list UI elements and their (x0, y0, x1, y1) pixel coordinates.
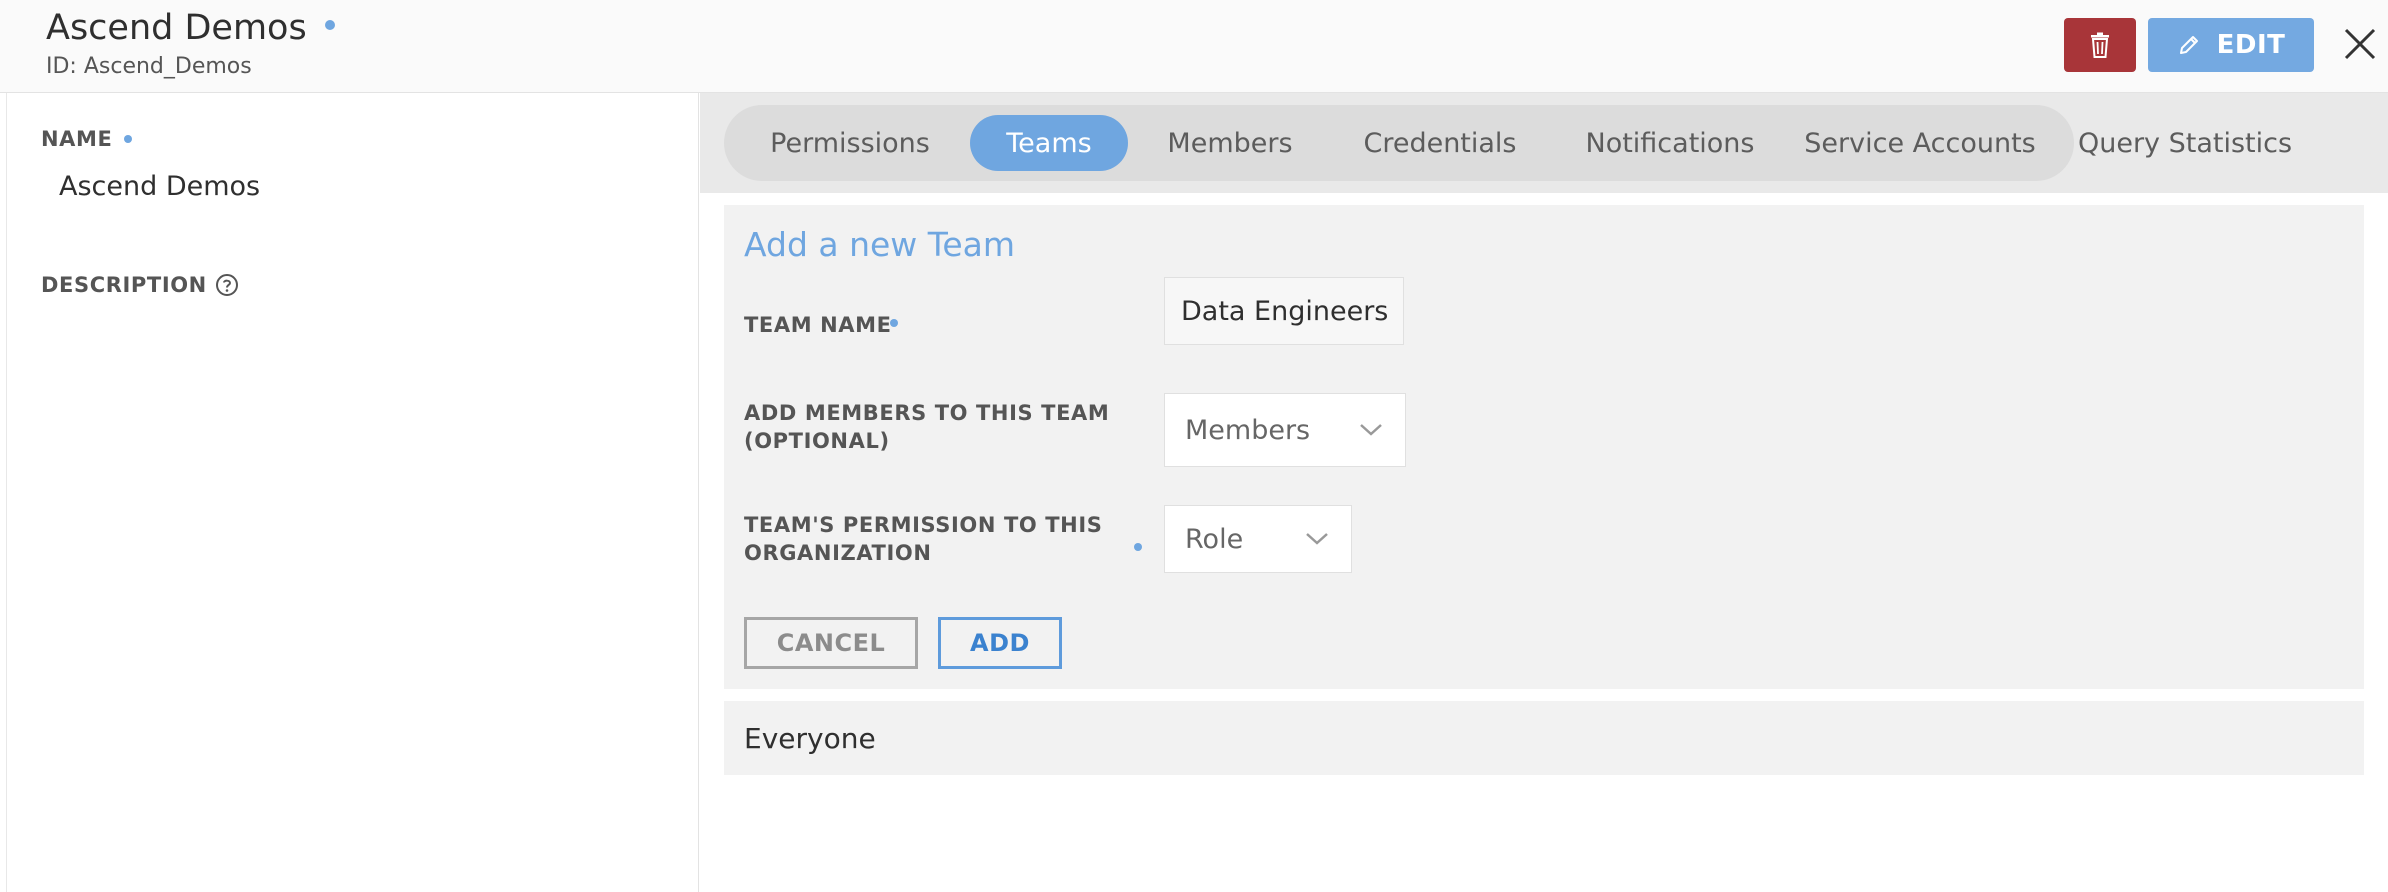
role-select[interactable]: Role (1164, 505, 1352, 573)
chevron-down-icon (1305, 532, 1329, 546)
trash-icon (2091, 32, 2109, 58)
page-header: Ascend Demos ID: Ascend_Demos EDIT (0, 0, 2388, 93)
add-team-title: Add a new Team (744, 225, 1016, 264)
tab-service-accounts[interactable]: Service Accounts (1790, 115, 2050, 171)
permission-label: TEAM'S PERMISSION TO THIS ORGANIZATION (744, 511, 1103, 567)
team-name: Everyone (744, 721, 876, 755)
members-label-line2: (OPTIONAL) (744, 429, 890, 453)
name-label: NAME (41, 127, 133, 151)
tabs-bar: Permissions Teams Members Credentials No… (700, 93, 2388, 193)
tab-credentials[interactable]: Credentials (1360, 115, 1520, 171)
delete-button[interactable] (2064, 18, 2136, 72)
members-label-line1: ADD MEMBERS TO THIS TEAM (744, 401, 1110, 425)
tab-members[interactable]: Members (1150, 115, 1310, 171)
permission-label-line1: TEAM'S PERMISSION TO THIS (744, 513, 1103, 537)
title-row: Ascend Demos (46, 8, 335, 48)
team-list-item[interactable]: Everyone (724, 701, 2364, 775)
page-title: Ascend Demos (46, 8, 307, 48)
add-button[interactable]: ADD (938, 617, 1062, 669)
members-select[interactable]: Members (1164, 393, 1406, 467)
required-indicator (324, 20, 335, 30)
members-label: ADD MEMBERS TO THIS TEAM (OPTIONAL) (744, 399, 1109, 455)
edit-button-label: EDIT (2216, 30, 2286, 60)
pencil-icon (2179, 36, 2198, 54)
tab-permissions[interactable]: Permissions (760, 115, 940, 171)
role-select-placeholder: Role (1185, 523, 1244, 555)
tab-teams[interactable]: Teams (970, 115, 1128, 171)
cancel-button[interactable]: CANCEL (744, 617, 918, 669)
required-indicator (124, 135, 133, 143)
add-team-form: Add a new Team TEAM NAME Data Engineers … (724, 205, 2364, 689)
team-name-label: TEAM NAME (744, 313, 892, 337)
close-button[interactable] (2340, 22, 2380, 66)
name-value: Ascend Demos (59, 171, 261, 202)
team-name-input[interactable]: Data Engineers (1164, 277, 1404, 345)
help-icon[interactable] (215, 273, 239, 297)
members-select-placeholder: Members (1185, 414, 1311, 446)
page-id: ID: Ascend_Demos (46, 54, 252, 79)
required-indicator (1134, 543, 1142, 551)
description-label-text: DESCRIPTION (41, 273, 207, 297)
chevron-down-icon (1359, 423, 1383, 437)
tab-notifications[interactable]: Notifications (1570, 115, 1770, 171)
tab-query-statistics[interactable]: Query Statistics (2070, 115, 2300, 171)
details-panel: NAME Ascend Demos DESCRIPTION (6, 93, 699, 892)
required-indicator (890, 319, 898, 327)
name-label-text: NAME (41, 127, 113, 151)
close-icon (2344, 28, 2376, 60)
description-label: DESCRIPTION (41, 273, 239, 297)
main-panel: Permissions Teams Members Credentials No… (700, 93, 2388, 892)
permission-label-line2: ORGANIZATION (744, 541, 932, 565)
edit-button[interactable]: EDIT (2148, 18, 2314, 72)
